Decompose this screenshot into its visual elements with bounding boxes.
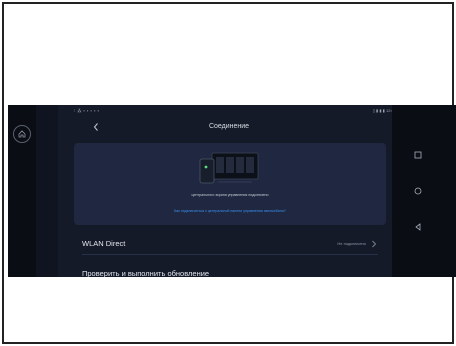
top-bar: Соединение — [58, 119, 400, 135]
connection-status-card: центрального экрана управления подключен… — [74, 143, 386, 225]
home-nav-button[interactable] — [412, 185, 424, 197]
car-screen-illustration — [199, 152, 259, 184]
chevron-right-icon — [370, 239, 378, 249]
list-item-label: WLAN Direct — [82, 239, 126, 248]
list-item-label: Проверить и выполнить обновление — [82, 269, 210, 277]
status-bar: ⁝ ⁂ ▪ ▪ ▪ ▪ ▪ ▯ ▮ ▮ ▮ 12:00 — [58, 107, 400, 115]
list-item-check-update[interactable]: Проверить и выполнить обновление — [74, 263, 386, 277]
back-nav-button[interactable] — [412, 221, 424, 233]
outer-frame: ⁝ ⁂ ▪ ▪ ▪ ▪ ▪ ▯ ▮ ▮ ▮ 12:00 Соединение ц… — [2, 2, 456, 344]
circle-icon — [414, 187, 422, 195]
app-window: ⁝ ⁂ ▪ ▪ ▪ ▪ ▪ ▯ ▮ ▮ ▮ 12:00 Соединение ц… — [58, 105, 400, 277]
left-navigation-rail — [8, 105, 36, 277]
square-icon — [414, 151, 422, 159]
device-screen: ⁝ ⁂ ▪ ▪ ▪ ▪ ▪ ▯ ▮ ▮ ▮ 12:00 Соединение ц… — [8, 105, 456, 277]
recent-apps-button[interactable] — [412, 149, 424, 161]
status-left-icons: ⁝ ⁂ ▪ ▪ ▪ ▪ ▪ — [74, 108, 100, 113]
home-button[interactable] — [13, 125, 31, 143]
list-item-value: Не подключено — [337, 241, 366, 246]
page-title: Соединение — [208, 123, 250, 130]
connection-caption: центрального экрана управления подключен… — [191, 193, 269, 197]
list-item-wlan-direct[interactable]: WLAN Direct Не подключено — [74, 233, 386, 255]
triangle-back-icon — [415, 223, 421, 231]
right-navigation-rail — [392, 105, 456, 277]
help-link[interactable]: Как подключиться к центральной панели уп… — [74, 209, 386, 213]
home-icon — [18, 130, 26, 138]
divider — [82, 254, 378, 255]
